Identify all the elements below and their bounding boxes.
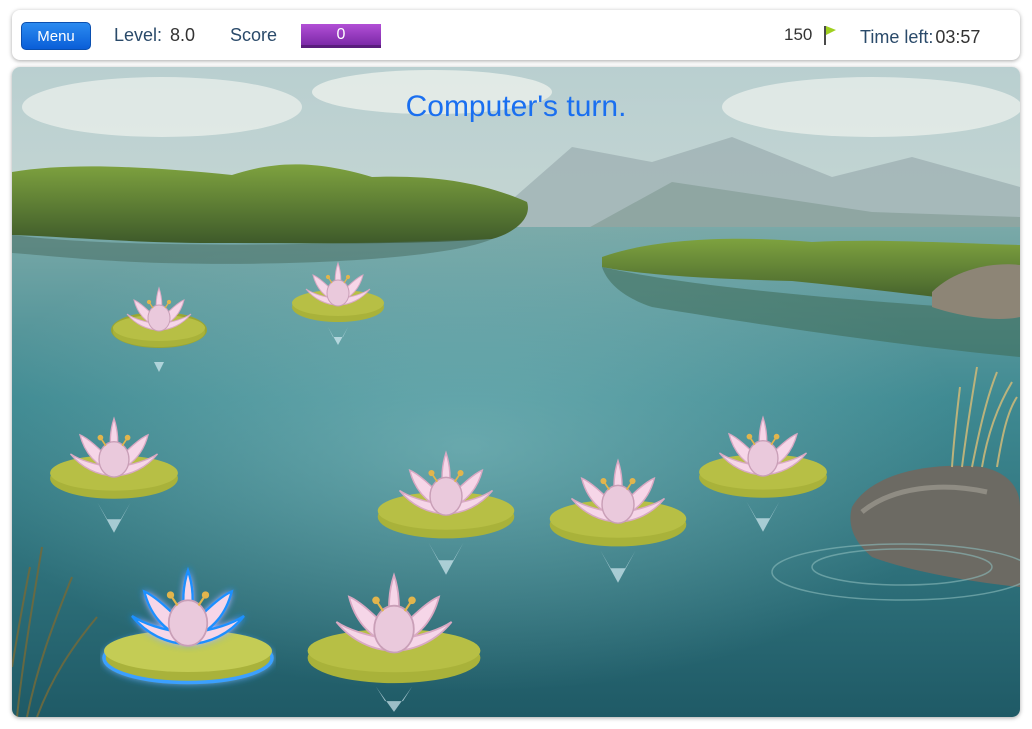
- game-board: Computer's turn.: [12, 67, 1020, 717]
- time-label: Time left:: [860, 27, 934, 47]
- flag-icon: [824, 26, 836, 45]
- lily-pad-9[interactable]: [100, 560, 276, 700]
- flags-count: 150: [784, 25, 813, 44]
- lily-pad-4[interactable]: [373, 444, 519, 582]
- lily-pad-2[interactable]: [288, 257, 388, 352]
- status-message: Computer's turn.: [405, 90, 627, 123]
- time-value: 03:57: [935, 27, 981, 47]
- level-value: 8.0: [170, 25, 196, 45]
- menu-button[interactable]: Menu: [21, 22, 91, 50]
- lily-pad-7[interactable]: [304, 564, 484, 714]
- time-display: Time left: 03:57: [860, 26, 980, 48]
- level-display: Level: 8.0: [114, 24, 195, 46]
- score-label: Score: [230, 25, 278, 45]
- top-bar: Menu Level: 8.0 Score 0 150 Time left: 03:…: [12, 10, 1020, 60]
- level-label: Level:: [114, 25, 163, 45]
- score-value: 0: [301, 24, 381, 48]
- lily-pad-6[interactable]: [695, 409, 831, 539]
- lily-pad-1[interactable]: [109, 282, 209, 377]
- lily-pad-3[interactable]: [46, 410, 182, 540]
- lily-pad-5[interactable]: [545, 452, 691, 590]
